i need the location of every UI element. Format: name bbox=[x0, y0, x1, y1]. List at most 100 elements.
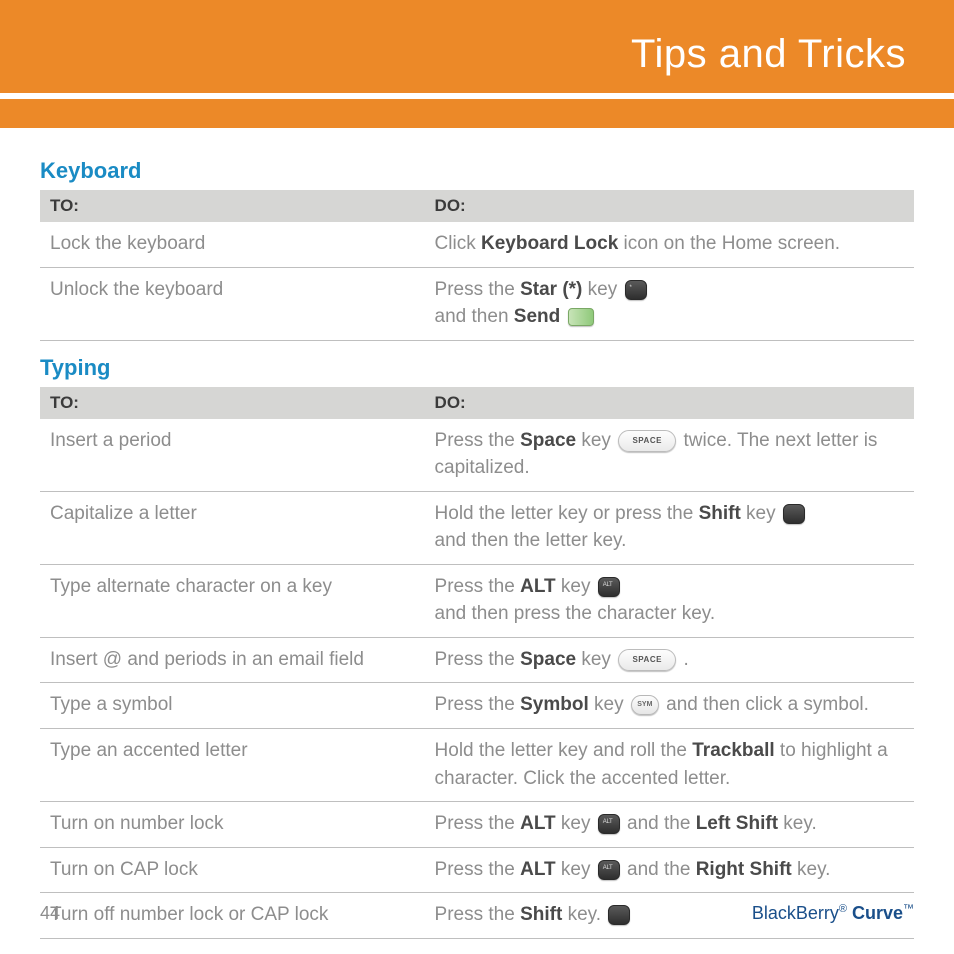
table-row: Lock the keyboard Click Keyboard Lock ic… bbox=[40, 222, 914, 267]
table-row: Insert a period Press the Space key SPAC… bbox=[40, 419, 914, 492]
cell-do: Click Keyboard Lock icon on the Home scr… bbox=[425, 222, 914, 267]
cell-to: Lock the keyboard bbox=[40, 222, 425, 267]
cell-do: Press the ALT key ALT and the Right Shif… bbox=[425, 847, 914, 893]
text-bold: ALT bbox=[520, 576, 556, 597]
text: Hold the letter key or press the bbox=[435, 503, 699, 524]
footer: 44 BlackBerry® Curve™ bbox=[40, 903, 914, 924]
cell-do: Press the ALT key ALT and then press the… bbox=[425, 564, 914, 637]
col-do: DO: bbox=[425, 387, 914, 419]
cell-to: Insert a period bbox=[40, 419, 425, 492]
text: key bbox=[589, 694, 629, 715]
alt-key-icon: ALT bbox=[598, 860, 620, 880]
cell-to: Insert @ and periods in an email field bbox=[40, 637, 425, 683]
text: key bbox=[576, 430, 616, 451]
trademark-icon: ™ bbox=[903, 903, 914, 915]
cell-do: Hold the letter key or press the Shift k… bbox=[425, 491, 914, 564]
text-bold: Left Shift bbox=[696, 813, 778, 834]
text: key. bbox=[778, 813, 817, 834]
sym-key-icon: SYM bbox=[631, 695, 659, 715]
text: Press the bbox=[435, 859, 521, 880]
text: key bbox=[556, 859, 596, 880]
text: Click bbox=[435, 233, 481, 254]
table-row: Turn on number lock Press the ALT key AL… bbox=[40, 802, 914, 848]
brand-label: BlackBerry® Curve™ bbox=[752, 903, 914, 924]
cell-to: Type alternate character on a key bbox=[40, 564, 425, 637]
brand-model: Curve bbox=[852, 903, 903, 923]
space-key-icon: SPACE bbox=[618, 430, 676, 452]
text: . bbox=[678, 649, 689, 670]
text-bold: Symbol bbox=[520, 694, 589, 715]
text-bold: Keyboard Lock bbox=[481, 233, 618, 254]
text-bold: Shift bbox=[699, 503, 741, 524]
cell-do: Press the Space key SPACE . bbox=[425, 637, 914, 683]
cell-to: Capitalize a letter bbox=[40, 491, 425, 564]
cell-to: Type an accented letter bbox=[40, 729, 425, 802]
text-bold: Star (*) bbox=[520, 279, 582, 300]
table-row: Capitalize a letter Hold the letter key … bbox=[40, 491, 914, 564]
alt-key-icon: ALT bbox=[598, 814, 620, 834]
col-to: TO: bbox=[40, 190, 425, 222]
text: key bbox=[741, 503, 781, 524]
text-bold: Right Shift bbox=[696, 859, 792, 880]
cell-do: Press the Star (*) key * and then Send bbox=[425, 267, 914, 340]
space-key-icon: SPACE bbox=[618, 649, 676, 671]
table-row: Insert @ and periods in an email field P… bbox=[40, 637, 914, 683]
brand-name: BlackBerry bbox=[752, 903, 839, 923]
text: key bbox=[582, 279, 622, 300]
content-area: Keyboard TO: DO: Lock the keyboard Click… bbox=[0, 128, 954, 939]
text: Press the bbox=[435, 430, 521, 451]
cell-do: Press the Symbol key SYM and then click … bbox=[425, 683, 914, 729]
text: and the bbox=[622, 859, 696, 880]
keyboard-table: TO: DO: Lock the keyboard Click Keyboard… bbox=[40, 190, 914, 341]
text-bold: ALT bbox=[520, 859, 556, 880]
col-do: DO: bbox=[425, 190, 914, 222]
page-title: Tips and Tricks bbox=[631, 32, 906, 77]
typing-table: TO: DO: Insert a period Press the Space … bbox=[40, 387, 914, 939]
header-band: Tips and Tricks bbox=[0, 0, 954, 128]
send-key-icon bbox=[568, 308, 594, 326]
table-row: Type a symbol Press the Symbol key SYM a… bbox=[40, 683, 914, 729]
text: Hold the letter key and roll the bbox=[435, 740, 693, 761]
alt-key-icon: ALT bbox=[598, 577, 620, 597]
cell-to: Unlock the keyboard bbox=[40, 267, 425, 340]
table-header-row: TO: DO: bbox=[40, 387, 914, 419]
cell-to: Turn on number lock bbox=[40, 802, 425, 848]
section-heading-typing: Typing bbox=[40, 355, 914, 381]
header-divider bbox=[0, 93, 954, 99]
page-number: 44 bbox=[40, 903, 60, 924]
star-key-icon: * bbox=[625, 280, 647, 300]
cell-to: Type a symbol bbox=[40, 683, 425, 729]
text: and then the letter key. bbox=[435, 530, 627, 551]
text: Press the bbox=[435, 649, 521, 670]
table-row: Turn on CAP lock Press the ALT key ALT a… bbox=[40, 847, 914, 893]
text: key bbox=[556, 576, 596, 597]
cell-do: Hold the letter key and roll the Trackba… bbox=[425, 729, 914, 802]
text: icon on the Home screen. bbox=[618, 233, 840, 254]
table-row: Type an accented letter Hold the letter … bbox=[40, 729, 914, 802]
registered-icon: ® bbox=[839, 903, 847, 915]
text-bold: Space bbox=[520, 649, 576, 670]
col-to: TO: bbox=[40, 387, 425, 419]
text: and the bbox=[622, 813, 696, 834]
text: key bbox=[576, 649, 616, 670]
text-bold: Trackball bbox=[692, 740, 774, 761]
text-bold: Send bbox=[514, 306, 560, 327]
table-row: Unlock the keyboard Press the Star (*) k… bbox=[40, 267, 914, 340]
text: and then bbox=[435, 306, 514, 327]
text: Press the bbox=[435, 813, 521, 834]
text: Press the bbox=[435, 576, 521, 597]
table-row: Type alternate character on a key Press … bbox=[40, 564, 914, 637]
text-bold: Space bbox=[520, 430, 576, 451]
text-bold: ALT bbox=[520, 813, 556, 834]
cell-do: Press the Space key SPACE twice. The nex… bbox=[425, 419, 914, 492]
section-heading-keyboard: Keyboard bbox=[40, 158, 914, 184]
text: and then press the character key. bbox=[435, 603, 716, 624]
shift-key-icon bbox=[783, 504, 805, 524]
table-header-row: TO: DO: bbox=[40, 190, 914, 222]
cell-do: Press the ALT key ALT and the Left Shift… bbox=[425, 802, 914, 848]
text: Press the bbox=[435, 694, 521, 715]
text: and then click a symbol. bbox=[661, 694, 869, 715]
text: key. bbox=[792, 859, 831, 880]
cell-to: Turn on CAP lock bbox=[40, 847, 425, 893]
text: Press the bbox=[435, 279, 521, 300]
